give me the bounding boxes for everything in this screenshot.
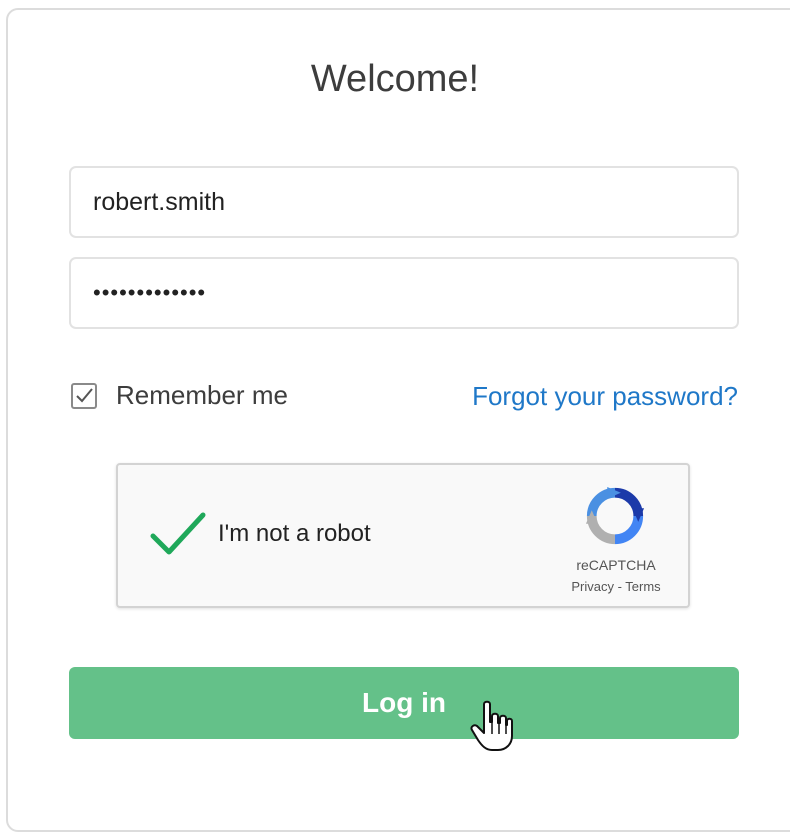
terms-link[interactable]: Terms: [625, 579, 660, 594]
recaptcha-checkbox[interactable]: [148, 509, 208, 559]
recaptcha-links: Privacy - Terms: [544, 579, 688, 594]
recaptcha-brand: reCAPTCHA: [576, 557, 656, 573]
checkbox-box[interactable]: [71, 382, 97, 409]
remember-me-label: Remember me: [116, 380, 288, 410]
forgot-password-link[interactable]: Forgot your password?: [472, 381, 738, 412]
page-title: Welcome!: [310, 58, 480, 100]
link-separator: -: [613, 579, 626, 594]
recaptcha-logo-icon: [585, 486, 645, 545]
recaptcha-widget: I'm not a robot reCAPTCHA Privacy - Term…: [116, 463, 690, 608]
green-checkmark-icon: [150, 512, 206, 555]
login-button[interactable]: Log in: [69, 667, 739, 739]
username-field[interactable]: [69, 166, 739, 238]
recaptcha-label: I'm not a robot: [218, 520, 371, 547]
checkmark-icon: [76, 387, 93, 402]
password-field[interactable]: [69, 257, 739, 329]
remember-me-checkbox[interactable]: Remember me: [71, 380, 288, 411]
privacy-link[interactable]: Privacy: [571, 579, 614, 594]
